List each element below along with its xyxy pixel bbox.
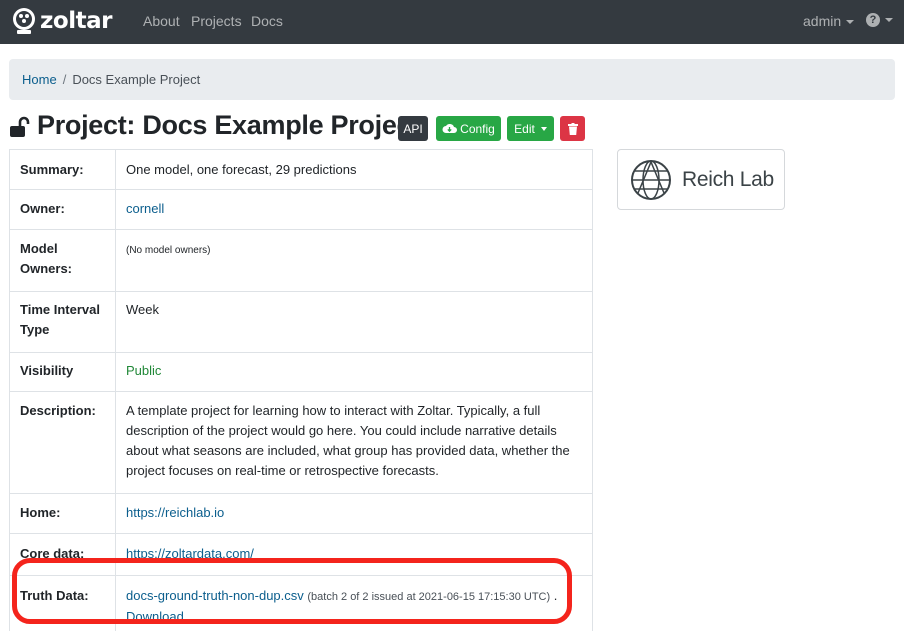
api-button[interactable]: API	[398, 116, 428, 141]
help-menu[interactable]: ?	[866, 13, 893, 27]
trash-icon	[567, 122, 578, 135]
reich-lab-logo-card: Reich Lab	[617, 149, 785, 210]
reich-lab-name: Reich Lab	[682, 167, 774, 191]
visibility-label: Visibility	[9, 352, 116, 392]
owner-label: Owner:	[9, 189, 116, 230]
core-data-cell: https://zoltardata.com/	[115, 533, 593, 576]
table-row: Owner: cornell	[9, 189, 593, 230]
project-details-table: Summary: One model, one forecast, 29 pre…	[9, 149, 593, 631]
chevron-down-icon	[846, 20, 855, 25]
navbar: zoltar About Projects Docs admin ?	[0, 0, 904, 44]
breadcrumb-current: Docs Example Project	[72, 72, 201, 87]
breadcrumb-separator: /	[62, 72, 67, 87]
cloud-download-icon	[442, 123, 458, 133]
config-button[interactable]: Config	[436, 116, 501, 141]
home-link[interactable]: https://reichlab.io	[126, 505, 224, 520]
delete-button[interactable]	[560, 116, 585, 141]
table-row: Description: A template project for lear…	[9, 391, 593, 494]
table-row: Summary: One model, one forecast, 29 pre…	[9, 149, 593, 190]
unlock-icon	[9, 116, 31, 141]
model-owners-label: Model Owners:	[9, 229, 116, 292]
summary-value: One model, one forecast, 29 predictions	[115, 149, 593, 190]
owner-cell: cornell	[115, 189, 593, 230]
chevron-down-icon	[885, 18, 893, 22]
model-owners-cell: (No model owners)	[115, 229, 593, 292]
description-label: Description:	[9, 391, 116, 494]
visibility-value: Public	[126, 363, 162, 378]
breadcrumb-home[interactable]: Home	[22, 72, 57, 87]
owner-link[interactable]: cornell	[126, 201, 164, 216]
model-owners-value: (No model owners)	[126, 245, 211, 256]
core-data-link[interactable]: https://zoltardata.com/	[126, 546, 254, 561]
nav-docs[interactable]: Docs	[251, 13, 283, 29]
nav-about[interactable]: About	[143, 13, 180, 29]
table-row: Model Owners: (No model owners)	[9, 229, 593, 292]
time-interval-value: Week	[115, 291, 593, 353]
core-data-label: Core data:	[9, 533, 116, 576]
nav-projects[interactable]: Projects	[191, 13, 242, 29]
truth-separator: .	[553, 588, 558, 603]
breadcrumb: Home / Docs Example Project	[9, 59, 895, 100]
truth-data-cell: docs-ground-truth-non-dup.csv (batch 2 o…	[115, 575, 593, 631]
table-row: Home: https://reichlab.io	[9, 493, 593, 534]
summary-label: Summary:	[9, 149, 116, 190]
truth-data-label: Truth Data:	[9, 575, 116, 631]
user-menu[interactable]: admin	[803, 13, 855, 29]
edit-label: Edit	[514, 121, 535, 136]
table-row: Truth Data: docs-ground-truth-non-dup.cs…	[9, 575, 593, 631]
table-row: Time Interval Type Week	[9, 291, 593, 353]
visibility-cell: Public	[115, 352, 593, 392]
time-interval-label: Time Interval Type	[9, 291, 116, 353]
zoltar-ball-icon	[13, 8, 35, 34]
config-label: Config	[460, 121, 495, 136]
truth-batch-info: (batch 2 of 2 issued at 2021-06-15 17:15…	[307, 591, 551, 603]
table-row: Core data: https://zoltardata.com/	[9, 533, 593, 576]
brand-name: zoltar	[40, 8, 112, 34]
truth-file-link[interactable]: docs-ground-truth-non-dup.csv	[126, 588, 304, 603]
page-title: Project: Docs Example Project	[37, 110, 420, 140]
edit-dropdown-button[interactable]: Edit	[507, 116, 554, 141]
brand-logo[interactable]: zoltar	[11, 5, 112, 37]
home-cell: https://reichlab.io	[115, 493, 593, 534]
question-circle-icon: ?	[866, 13, 880, 27]
truth-download-link[interactable]: Download	[126, 609, 184, 624]
chevron-down-icon	[540, 126, 547, 131]
user-name: admin	[803, 13, 842, 29]
table-row: Visibility Public	[9, 352, 593, 392]
home-label: Home:	[9, 493, 116, 534]
description-value: A template project for learning how to i…	[115, 391, 593, 494]
globe-icon	[631, 159, 671, 200]
